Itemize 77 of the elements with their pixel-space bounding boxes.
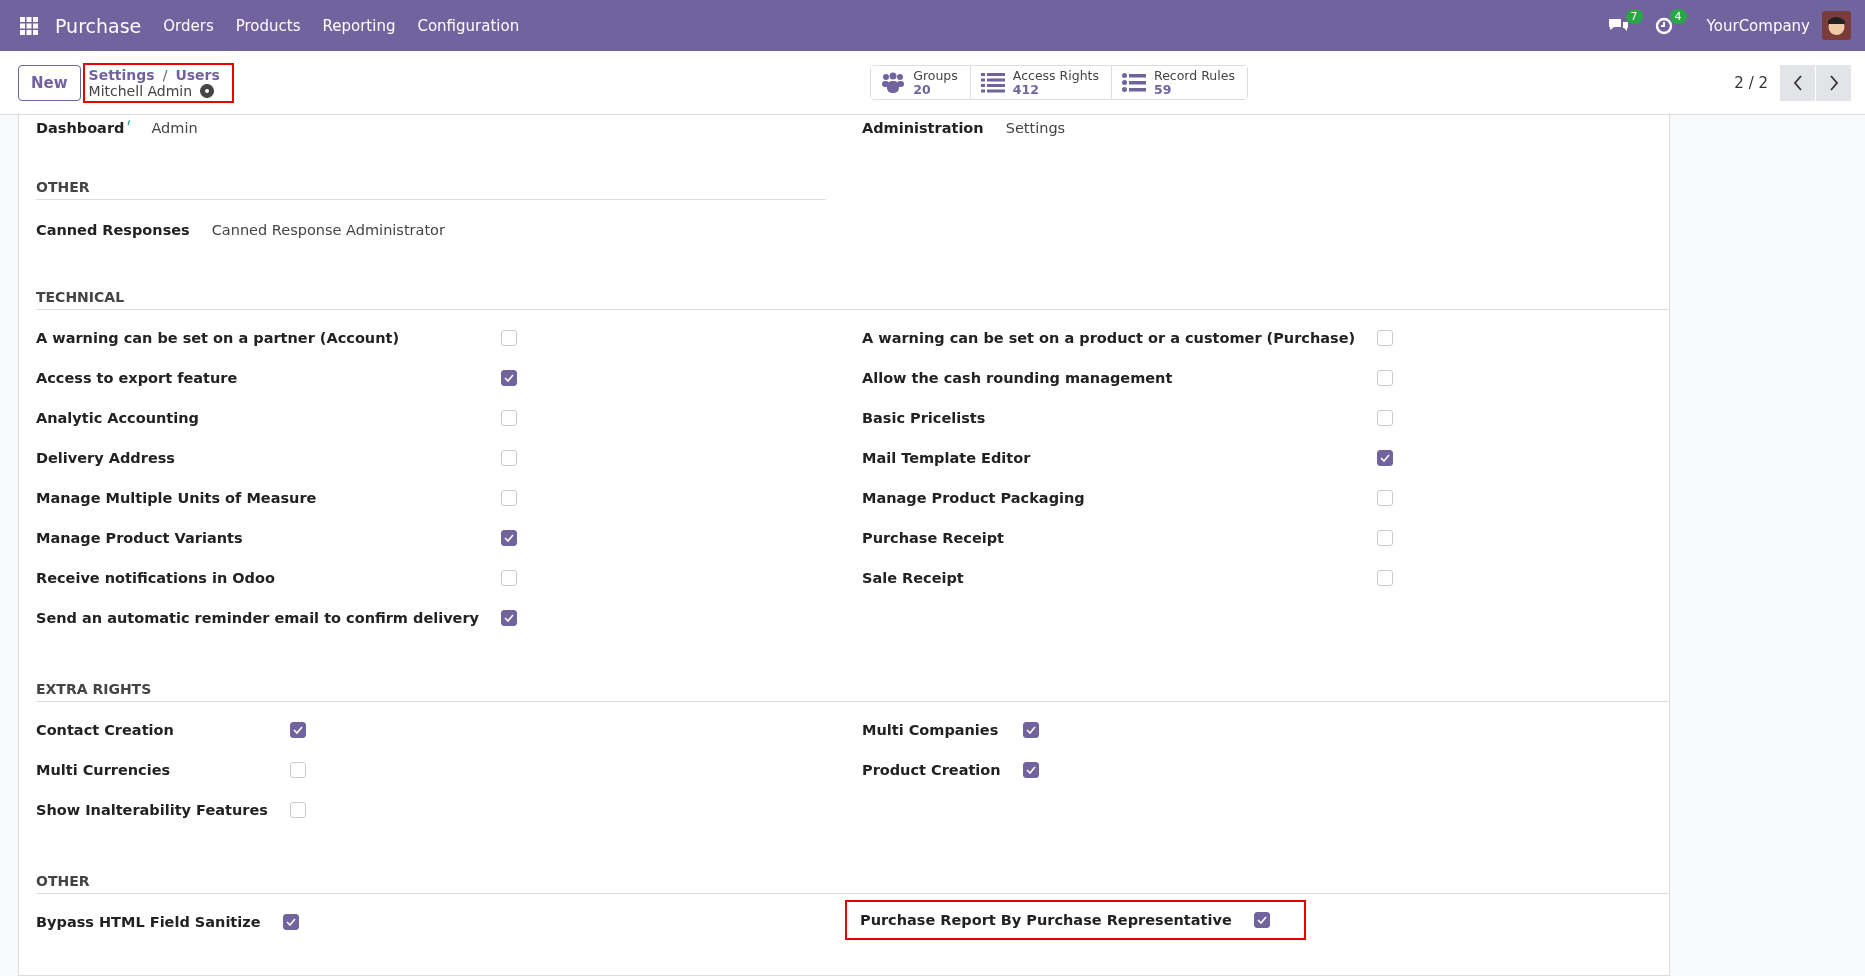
- checkbox-label: A warning can be set on a product or a customer (Purchase): [862, 330, 1356, 346]
- checkbox-label: Purchase Receipt: [862, 530, 1006, 546]
- menu-item[interactable]: Products: [235, 16, 301, 35]
- avatar-icon[interactable]: [1822, 11, 1851, 40]
- checkbox-label: Send an automatic reminder email to confirm delivery: [36, 610, 480, 626]
- checkbox-label: Multi Currencies: [36, 762, 172, 778]
- checkmark-icon: [504, 374, 515, 382]
- checkbox-label: Bypass HTML Field Sanitize: [36, 914, 261, 930]
- next-button[interactable]: [1816, 64, 1851, 101]
- field-label: Administration: [862, 120, 984, 136]
- users-icon: [881, 71, 906, 94]
- clock-icon[interactable]: [1654, 16, 1673, 35]
- checkmark-icon: [1025, 726, 1036, 734]
- record-name: Mitchell Admin: [88, 82, 193, 99]
- checkbox[interactable]: [1022, 762, 1039, 778]
- section-title: TECHNICAL: [36, 289, 1669, 310]
- section-title: EXTRA RIGHTS: [36, 681, 1669, 702]
- checkbox[interactable]: [1022, 722, 1039, 738]
- list-icon: [980, 72, 1005, 93]
- chevron-right-icon: [1828, 74, 1839, 91]
- checkbox-label: Access to export feature: [36, 370, 239, 386]
- checkbox-label: Manage Multiple Units of Measure: [36, 490, 318, 506]
- activity-count-badge: 4: [1669, 8, 1687, 24]
- list-icon: [1122, 72, 1147, 93]
- breadcrumb-link[interactable]: Settings: [88, 66, 155, 83]
- menu-item[interactable]: Orders: [163, 16, 214, 35]
- new-button[interactable]: New: [18, 64, 81, 101]
- checkbox-label: Allow the cash rounding management: [862, 370, 1174, 386]
- checkbox-label: Contact Creation: [36, 722, 175, 738]
- field-value[interactable]: Canned Response Administrator: [211, 208, 445, 246]
- checkbox[interactable]: [1377, 450, 1394, 466]
- field-value[interactable]: Admin: [151, 120, 198, 136]
- checkmark-icon: [504, 534, 515, 542]
- checkbox[interactable]: [501, 530, 518, 546]
- checkmark-icon: [504, 614, 515, 622]
- checkmark-icon: [1380, 454, 1391, 462]
- checkbox-label: Basic Pricelists: [862, 410, 987, 426]
- checkbox[interactable]: [289, 722, 306, 738]
- checkbox-label: Mail Template Editor: [862, 450, 1032, 466]
- checkbox[interactable]: [1253, 912, 1270, 928]
- checkbox-label: Analytic Accounting: [36, 410, 200, 426]
- help-icon[interactable]: [127, 120, 132, 127]
- chevron-left-icon: [1792, 74, 1803, 91]
- settings-icon[interactable]: [200, 83, 215, 98]
- checkbox-label: Purchase Report By Purchase Representative: [860, 912, 1232, 928]
- previous-button[interactable]: [1780, 64, 1815, 101]
- checkbox-label: A warning can be set on a partner (Account): [36, 330, 401, 346]
- company-name[interactable]: YourCompany: [1706, 16, 1810, 35]
- apps-grid-icon[interactable]: [20, 16, 38, 35]
- checkmark-icon: [1025, 766, 1036, 774]
- menu-item[interactable]: Reporting: [322, 16, 396, 35]
- breadcrumb-link[interactable]: Users: [175, 66, 220, 83]
- checkbox-label: Manage Product Packaging: [862, 490, 1086, 506]
- checkbox-label: Show Inalterability Features: [36, 802, 268, 818]
- stat-button[interactable]: Groups 20: [871, 65, 971, 100]
- section-title: OTHER: [36, 873, 1669, 894]
- field-value[interactable]: Settings: [1005, 120, 1066, 136]
- checkmark-icon: [1256, 916, 1267, 924]
- checkbox[interactable]: [501, 610, 518, 626]
- checkmark-icon: [285, 918, 296, 926]
- checkbox[interactable]: [501, 370, 518, 386]
- checkbox-label: Product Creation: [862, 762, 1001, 778]
- checkbox-label: Sale Receipt: [862, 570, 965, 586]
- breadcrumb-separator: /: [162, 66, 168, 83]
- checkbox-label: Multi Companies: [862, 722, 1000, 738]
- pager-counter: 2 / 2: [1734, 73, 1768, 92]
- checkbox-label: Manage Product Variants: [36, 530, 244, 546]
- message-count-badge: 7: [1625, 8, 1643, 24]
- checkbox-label: Delivery Address: [36, 450, 176, 466]
- checkmark-icon: [292, 726, 303, 734]
- field-label: Canned Responses: [36, 221, 190, 240]
- checkbox[interactable]: [282, 914, 299, 930]
- menu-item[interactable]: Configuration: [417, 16, 520, 35]
- app-name[interactable]: Purchase: [55, 14, 142, 37]
- checkbox-label: Receive notifications in Odoo: [36, 570, 276, 586]
- field-label: Dashboard: [36, 120, 125, 136]
- section-title: OTHER: [36, 179, 826, 200]
